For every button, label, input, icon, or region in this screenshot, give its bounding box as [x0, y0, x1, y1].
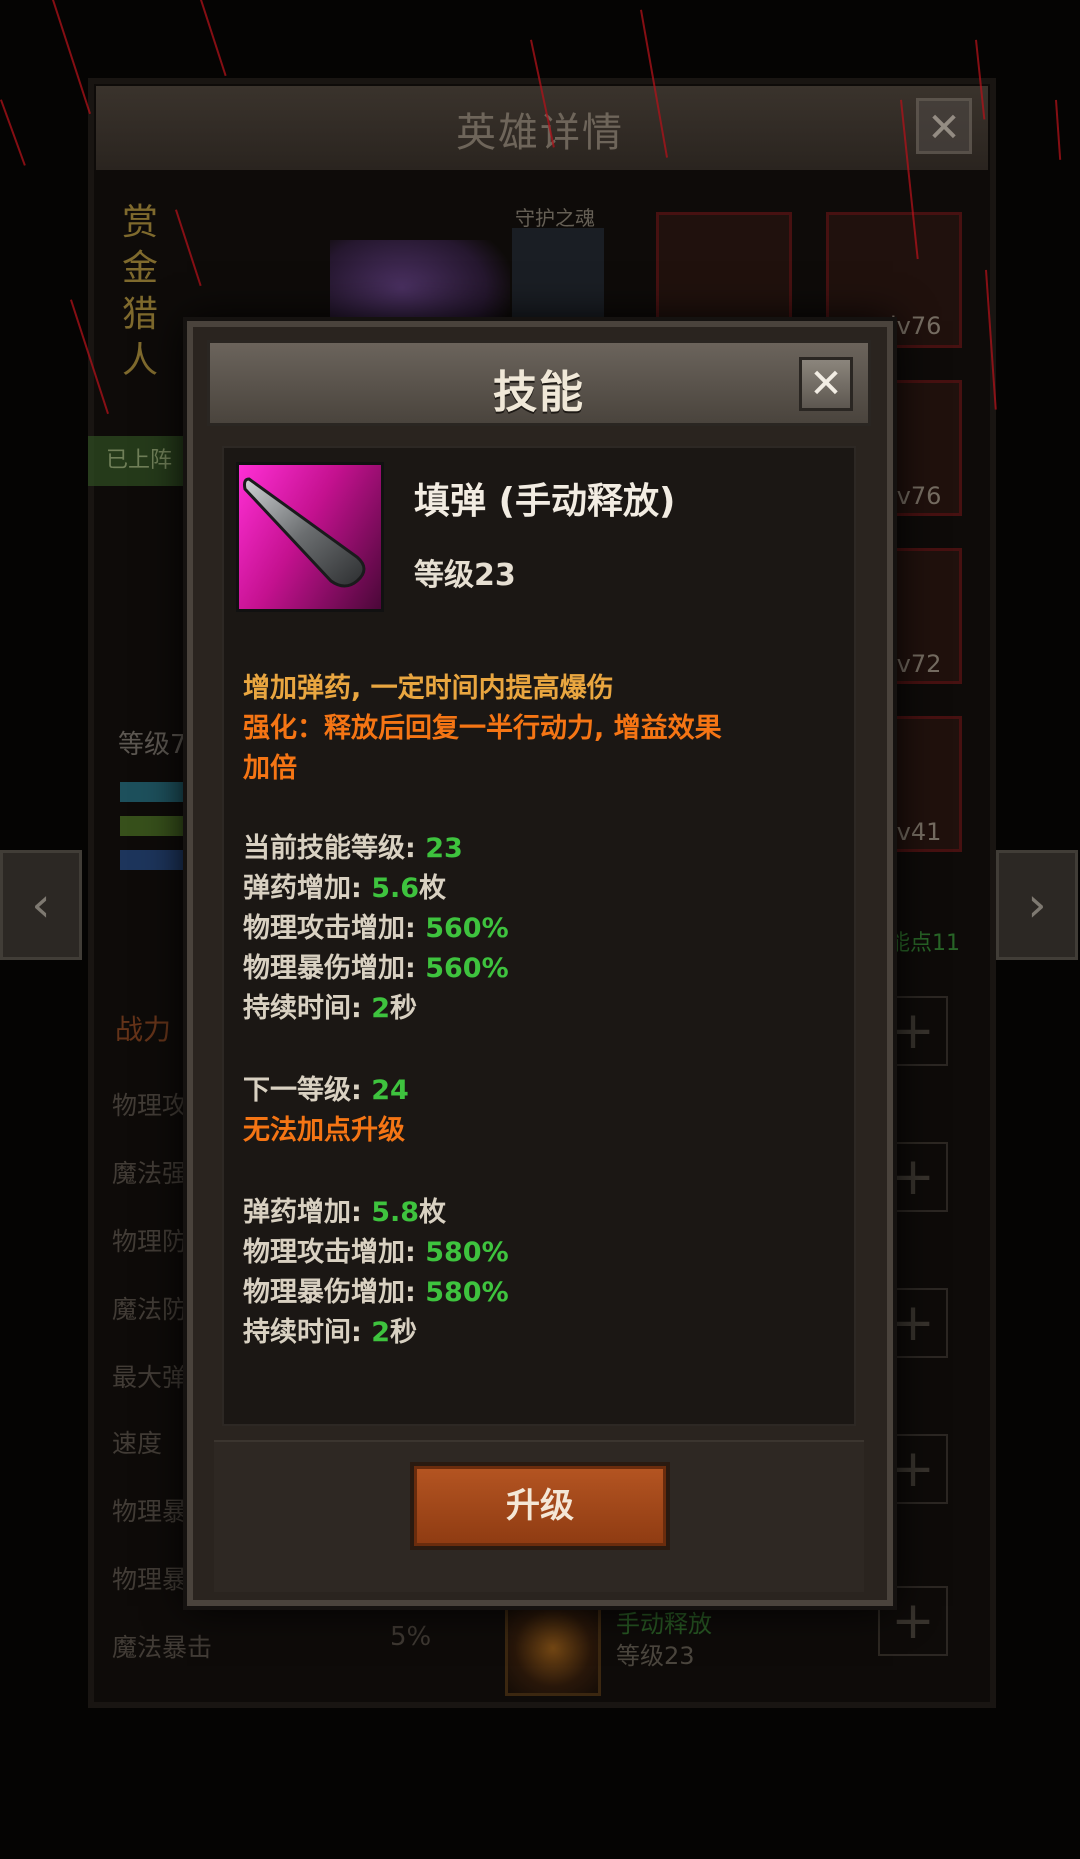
stat-value: 560%	[425, 913, 509, 944]
skill-points: 能点11	[888, 931, 960, 956]
current-crit-row: 物理暴伤增加: 560%	[243, 946, 509, 985]
stat-unit: 枚	[419, 1197, 447, 1228]
stat-label: 持续时间:	[243, 993, 372, 1024]
stat-label: 最大弹	[112, 1363, 188, 1392]
equipment-level: lv76	[890, 312, 942, 340]
stat-label: 魔法暴击	[112, 1633, 213, 1662]
equipment-level: lv41	[890, 818, 942, 846]
stat-value: 23	[425, 833, 463, 864]
stat-unit: 枚	[419, 873, 447, 904]
current-atk-row: 物理攻击增加: 560%	[243, 906, 509, 945]
bullet-icon	[236, 462, 384, 612]
stat-label: 物理防	[112, 1227, 188, 1256]
upgrade-button[interactable]: 升级	[410, 1462, 670, 1550]
next-crit-row: 物理暴伤增加: 580%	[243, 1270, 509, 1309]
hero-name: 赏金猎人	[122, 202, 159, 381]
skill-crosshair-icon	[505, 1600, 601, 1696]
stat-unit: 秒	[390, 993, 417, 1024]
magic-crit-value: 5%	[390, 1622, 432, 1652]
hero-details-close-button[interactable]: ✕	[916, 98, 972, 154]
stat-label: 物理攻击增加:	[243, 1237, 426, 1268]
stat-label: 物理攻	[112, 1091, 188, 1120]
stat-value: 2	[371, 1317, 390, 1348]
stat-unit: 秒	[390, 1317, 417, 1348]
stat-label: 持续时间:	[243, 1317, 372, 1348]
stat-value: 580%	[425, 1237, 509, 1268]
current-skill-level-row: 当前技能等级: 23	[243, 826, 463, 865]
skill-row-level: 等级23	[616, 1642, 695, 1670]
stat-label: 下一等级:	[243, 1075, 372, 1106]
equipment-level: lv76	[890, 482, 942, 510]
stat-label: 弹药增加:	[243, 1197, 372, 1228]
guardian-soul-icon[interactable]	[512, 228, 604, 320]
power-label: 战力	[115, 1013, 172, 1046]
stat-label: 物理暴	[112, 1497, 188, 1526]
deployed-badge: 已上阵	[88, 436, 190, 486]
stat-label: 当前技能等级:	[243, 833, 426, 864]
stat-label: 魔法防	[112, 1295, 188, 1324]
skill-name: 填弹 (手动释放)	[414, 481, 676, 522]
next-hero-button[interactable]: ›	[996, 850, 1078, 960]
stat-value: 580%	[425, 1277, 509, 1308]
current-duration-row: 持续时间: 2秒	[243, 986, 417, 1025]
skill-dialog-title: 技能	[493, 367, 585, 418]
stat-label: 物理暴	[112, 1565, 188, 1594]
stat-label: 物理暴伤增加:	[243, 953, 426, 984]
next-level-row: 下一等级: 24	[243, 1068, 409, 1107]
stat-label: 物理暴伤增加:	[243, 1277, 426, 1308]
stat-value: 24	[371, 1075, 409, 1106]
upgrade-warning: 无法加点升级	[243, 1115, 405, 1146]
stat-label: 魔法强	[112, 1159, 188, 1188]
skill-enhance-line-1: 强化：释放后回复一半行动力, 增益效果	[243, 713, 722, 744]
skill-description: 增加弹药, 一定时间内提高爆伤	[243, 673, 614, 704]
skill-row-name: 手动释放	[616, 1610, 712, 1638]
skill-enhance-line-2: 加倍	[243, 753, 297, 784]
stat-label: 速度	[112, 1429, 163, 1458]
next-duration-row: 持续时间: 2秒	[243, 1310, 417, 1349]
stat-value: 560%	[425, 953, 509, 984]
stat-value: 2	[371, 993, 390, 1024]
stat-value: 5.8	[371, 1197, 420, 1228]
current-ammo-row: 弹药增加: 5.6枚	[243, 866, 446, 905]
stat-label: 弹药增加:	[243, 873, 372, 904]
prev-hero-button[interactable]: ‹	[0, 850, 82, 960]
guardian-soul-label: 守护之魂	[515, 206, 595, 230]
rain-streak	[52, 0, 91, 115]
next-atk-row: 物理攻击增加: 580%	[243, 1230, 509, 1269]
hero-level: 等级7	[118, 730, 187, 760]
equipment-level: lv72	[890, 650, 942, 678]
rain-streak	[200, 0, 227, 77]
stat-label: 物理攻击增加:	[243, 913, 426, 944]
skill-level: 等级23	[414, 558, 516, 593]
skill-dialog-close-button[interactable]: ✕	[799, 357, 853, 411]
next-ammo-row: 弹药增加: 5.8枚	[243, 1190, 446, 1229]
stat-value: 5.6	[371, 873, 420, 904]
